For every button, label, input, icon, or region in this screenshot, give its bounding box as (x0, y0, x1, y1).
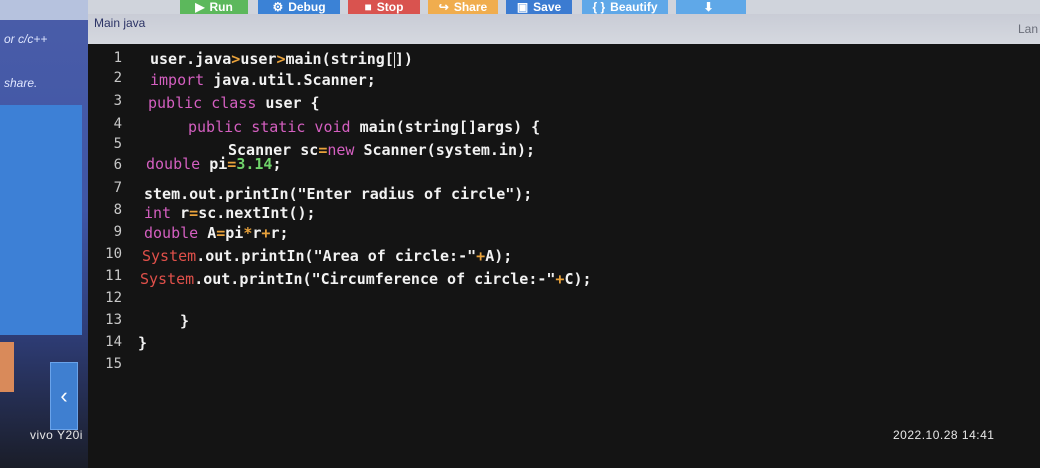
share-icon: ↪ (438, 0, 449, 14)
bug-icon: ⚙ (272, 0, 284, 14)
line-number: 6 (113, 157, 122, 173)
save-icon: ▣ (516, 0, 529, 14)
line-number: 1 (113, 50, 122, 66)
download-icon: ⬇ (703, 0, 714, 14)
play-icon: ▶ (195, 0, 205, 14)
line-number: 14 (105, 334, 122, 350)
line-number: 4 (113, 116, 122, 132)
sidebar-header (0, 0, 88, 20)
line-number: 15 (105, 356, 122, 372)
sidebar-accent (0, 342, 14, 392)
stop-icon: ■ (364, 0, 372, 14)
code-line-4: public static void main(string[]args) { (188, 118, 541, 136)
line-number: 3 (113, 93, 122, 109)
line-number: 9 (113, 224, 122, 240)
line-number: 8 (113, 202, 122, 218)
braces-icon: { } (592, 0, 606, 14)
code-line-8: int r=sc.nextInt(); (144, 204, 316, 222)
code-line-7: stem.out.printIn("Enter radius of circle… (144, 185, 533, 203)
code-line-11: System.out.printIn("Circumference of cir… (140, 270, 592, 288)
sidebar-panel (0, 105, 82, 335)
code-line-6: double pi=3.14; (146, 155, 282, 173)
sidebar-item-share[interactable]: share. (4, 76, 37, 90)
tab-strip: Main java Lan (88, 14, 1040, 45)
line-number: 12 (105, 290, 122, 306)
code-line-3: public class user { (148, 94, 320, 112)
language-label[interactable]: Lan (1018, 22, 1038, 36)
code-line-13: } (180, 312, 190, 330)
toolbar-button-label: Share (453, 0, 488, 14)
code-editor[interactable]: 1 2 3 4 5 6 7 8 9 10 11 12 13 14 15 user.java>user>mai… (88, 44, 1040, 468)
code-line-2: import java.util.Scanner; (150, 71, 376, 89)
line-number: 11 (105, 268, 122, 284)
line-number: 5 (113, 136, 122, 152)
toolbar-button-label: Save (533, 0, 562, 14)
line-number: 7 (113, 180, 122, 196)
line-number: 13 (105, 312, 122, 328)
chevron-left-icon: ‹ (60, 383, 68, 408)
toolbar-button-label: Stop (376, 0, 404, 14)
sidebar-item-c[interactable]: or c/c++ (4, 32, 47, 46)
toolbar-button-label: Run (209, 0, 233, 14)
device-watermark: vivo Y20i (30, 428, 83, 442)
toolbar-button-label: Debug (288, 0, 326, 14)
code-line-1: user.java>user>main(string[]) (150, 50, 413, 68)
datetime-watermark: 2022.10.28 14:41 (893, 428, 995, 442)
toolbar-button-label: Beautify (610, 0, 658, 14)
code-line-9: double A=pi*r+r; (144, 224, 289, 242)
code-line-10: System.out.printIn("Area of circle:-"+A)… (142, 247, 513, 265)
collapse-sidebar-button[interactable]: ‹ (50, 362, 78, 430)
line-number: 2 (113, 70, 122, 86)
code-line-14: } (138, 334, 148, 352)
line-number: 10 (105, 246, 122, 262)
tab-main-java[interactable]: Main java (94, 16, 145, 30)
sidebar: or c/c++ share. ‹ (0, 0, 88, 468)
